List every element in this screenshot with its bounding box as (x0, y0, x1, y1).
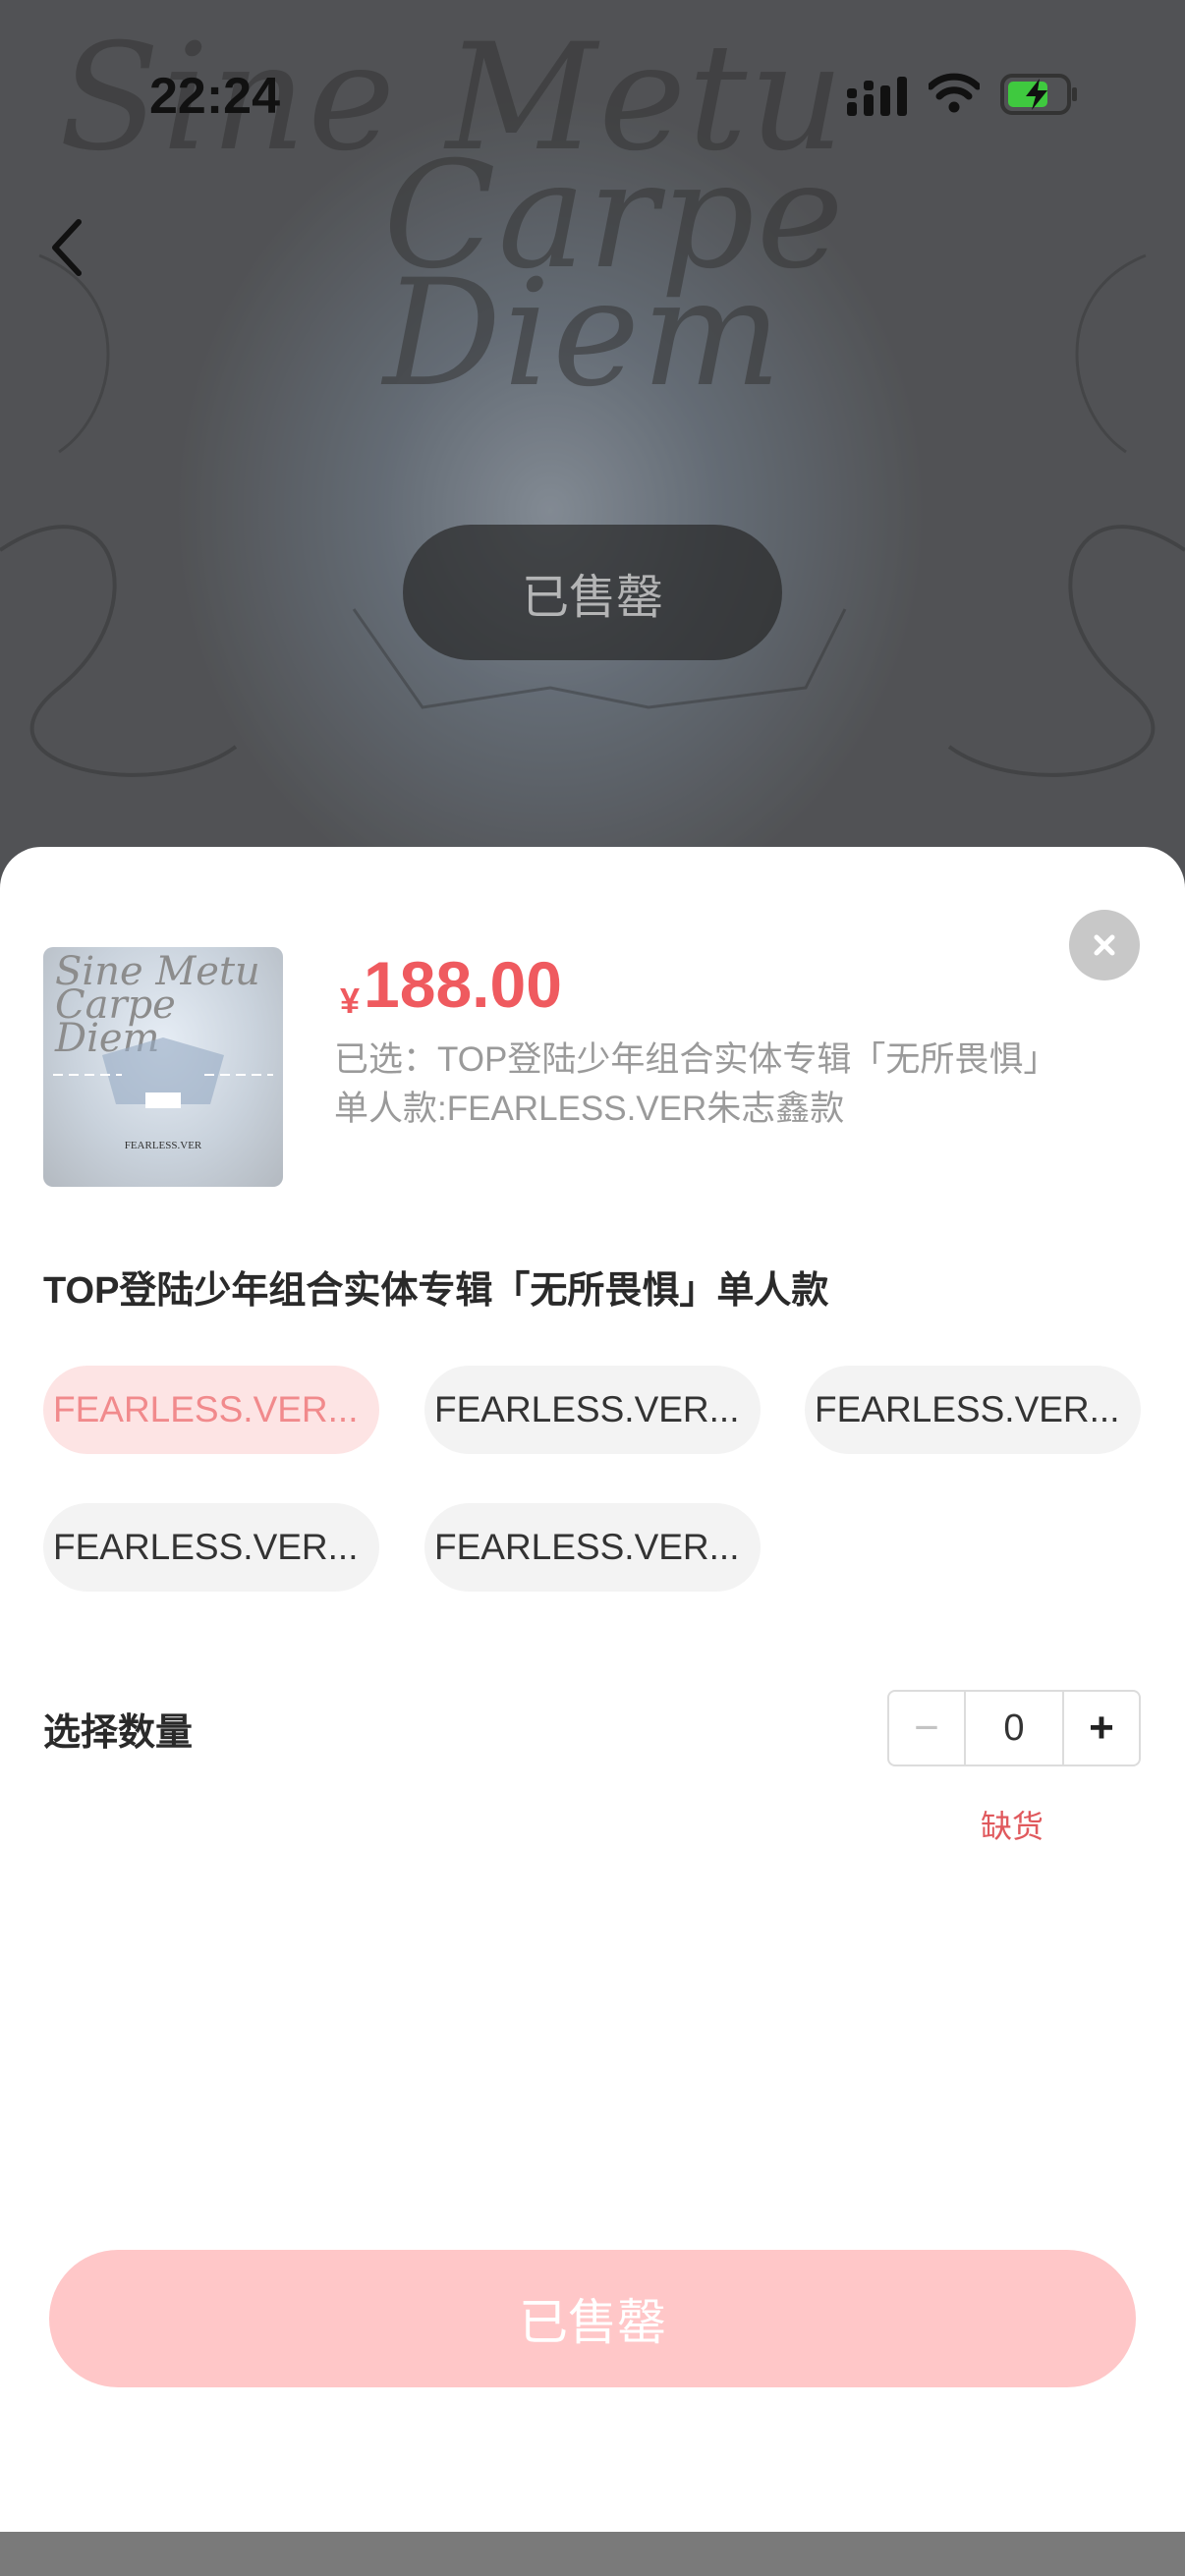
price-amount: 188.00 (364, 948, 562, 1021)
quantity-stepper: − 0 + (887, 1690, 1141, 1766)
variant-group-title: TOP登陆少年组合实体专辑「无所畏惧」单人款 (43, 1270, 829, 1312)
wifi-icon (929, 73, 980, 113)
quantity-label: 选择数量 (43, 1712, 194, 1754)
sku-selection-sheet: Sine Metu Carpe Diem FEARLESS.VER ¥188.0… (0, 847, 1185, 2532)
variant-option-4[interactable]: FEARLESS.VER... (43, 1503, 379, 1592)
battery-charging-icon (1000, 74, 1077, 115)
back-arrow-icon[interactable] (43, 214, 92, 281)
quantity-decrement-button[interactable]: − (889, 1692, 964, 1764)
variant-option-2[interactable]: FEARLESS.VER... (424, 1366, 761, 1454)
selected-variant-text: 已选：TOP登陆少年组合实体专辑「无所畏惧」单人款:FEARLESS.VER朱志… (334, 1040, 1041, 1128)
cellular-signal-icon (847, 77, 907, 116)
close-button[interactable] (1069, 910, 1140, 980)
bottom-safe-area (0, 2532, 1185, 2576)
variant-option-5[interactable]: FEARLESS.VER... (424, 1503, 761, 1592)
close-icon (1094, 934, 1115, 956)
variant-option-3[interactable]: FEARLESS.VER... (805, 1366, 1141, 1454)
album-art-title-line2: Carpe Diem (383, 131, 846, 420)
price: ¥188.00 (340, 947, 562, 1022)
product-thumbnail: Sine Metu Carpe Diem FEARLESS.VER (43, 947, 283, 1187)
quantity-increment-button[interactable]: + (1064, 1692, 1139, 1764)
soldout-action-button[interactable]: 已售罄 (49, 2250, 1136, 2387)
variant-option-1[interactable]: FEARLESS.VER... (43, 1366, 379, 1454)
out-of-stock-label: 缺货 (981, 1809, 1044, 1844)
price-currency: ¥ (340, 980, 361, 1021)
status-bar: 22:24 (0, 0, 1185, 187)
thumbnail-art (53, 1037, 273, 1108)
status-time: 22:24 (149, 68, 280, 125)
quantity-input[interactable]: 0 (964, 1692, 1064, 1764)
thumbnail-subtitle: FEARLESS.VER (124, 1140, 202, 1151)
soldout-overlay-badge: 已售罄 (403, 525, 782, 660)
